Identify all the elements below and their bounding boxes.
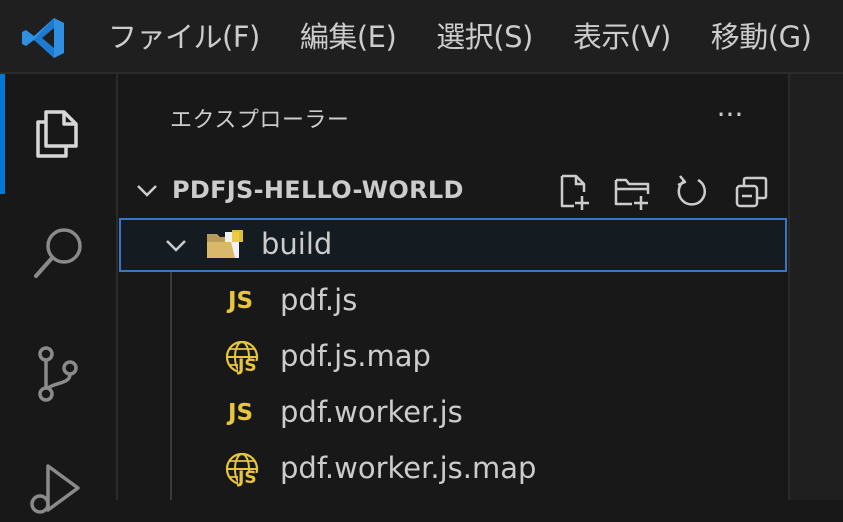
menu-bar: ファイル(F) 編集(E) 選択(S) 表示(V) 移動(G) — [88, 0, 831, 74]
tree-item-label: pdf.worker.js — [280, 395, 463, 429]
source-map-badge: JS — [238, 356, 257, 376]
tree-item-label: build — [261, 227, 333, 261]
search-icon[interactable] — [26, 222, 90, 286]
chevron-down-icon — [137, 185, 157, 197]
tree-item-label: pdf.worker.js.map — [280, 451, 537, 485]
refresh-icon[interactable] — [672, 172, 712, 212]
tree-item-label: pdf.js.map — [280, 339, 431, 373]
menu-view[interactable]: 表示(V) — [553, 0, 691, 74]
menu-file[interactable]: ファイル(F) — [88, 0, 280, 74]
workspace-folder-name: PDFJS-HELLO-WORLD — [172, 176, 464, 204]
tree-item-pdf-worker-js[interactable]: JS pdf.worker.js — [118, 386, 788, 440]
source-map-badge: JS — [238, 468, 257, 488]
tree-item-pdf-js[interactable]: JS pdf.js — [118, 274, 788, 328]
javascript-file-icon: JS — [228, 288, 254, 314]
explorer-sidebar: エクスプローラー ··· PDFJS-HELLO-WORLD build JS … — [118, 74, 788, 500]
collapse-all-icon[interactable] — [732, 172, 772, 212]
source-control-icon[interactable] — [26, 342, 90, 406]
active-indicator — [0, 74, 5, 194]
explorer-title: エクスプローラー — [170, 108, 350, 133]
folder-open-icon — [207, 230, 243, 258]
activity-bar — [0, 74, 118, 514]
vscode-logo-icon[interactable] — [20, 16, 66, 60]
menu-go[interactable]: 移動(G) — [691, 0, 832, 74]
run-debug-icon[interactable] — [26, 458, 90, 522]
more-actions-button[interactable]: ··· — [708, 100, 752, 136]
chevron-down-icon — [166, 240, 186, 252]
menu-selection[interactable]: 選択(S) — [416, 0, 553, 74]
explorer-header: エクスプローラー ··· — [118, 74, 788, 164]
explorer-icon[interactable] — [26, 102, 90, 166]
tree-item-build[interactable]: build — [119, 218, 787, 272]
tree-item-pdf-js-map[interactable]: JS pdf.js.map — [118, 330, 788, 384]
editor-area-edge — [788, 74, 843, 500]
title-bar: ファイル(F) 編集(E) 選択(S) 表示(V) 移動(G) — [0, 0, 843, 74]
workspace-folder-header[interactable]: PDFJS-HELLO-WORLD — [118, 164, 788, 218]
tree-item-label: pdf.js — [280, 283, 358, 317]
tree-item-pdf-worker-js-map[interactable]: JS pdf.worker.js.map — [118, 442, 788, 496]
javascript-file-icon: JS — [228, 400, 254, 426]
new-folder-icon[interactable] — [612, 172, 652, 212]
new-file-icon[interactable] — [554, 172, 594, 212]
menu-edit[interactable]: 編集(E) — [280, 0, 416, 74]
